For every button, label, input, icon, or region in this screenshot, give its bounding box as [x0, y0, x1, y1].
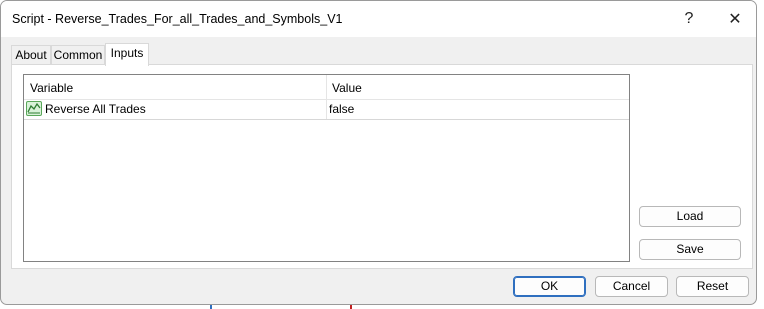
tab-inputs-label: Inputs	[110, 46, 144, 60]
reset-button[interactable]: Reset	[676, 276, 749, 297]
backdrop-chart-line	[350, 305, 352, 309]
script-dialog: Script - Reverse_Trades_For_all_Trades_a…	[0, 0, 757, 305]
tab-common-label: Common	[53, 48, 103, 62]
tab-about[interactable]: About	[11, 45, 51, 65]
inputs-panel: Variable Value Reverse All Trades false …	[11, 64, 753, 269]
ok-button[interactable]: OK	[513, 276, 586, 297]
variable-name: Reverse All Trades	[45, 102, 146, 116]
inputs-table[interactable]: Variable Value Reverse All Trades false	[23, 74, 630, 262]
load-button[interactable]: Load	[639, 206, 741, 227]
tab-about-label: About	[15, 48, 47, 62]
cancel-button[interactable]: Cancel	[595, 276, 668, 297]
table-row[interactable]: Reverse All Trades false	[24, 99, 629, 120]
tab-common[interactable]: Common	[51, 45, 105, 65]
window-title: Script - Reverse_Trades_For_all_Trades_a…	[12, 12, 343, 26]
column-header-variable[interactable]: Variable	[30, 81, 73, 95]
tab-inputs[interactable]: Inputs	[105, 43, 149, 66]
help-button[interactable]: ?	[669, 5, 709, 33]
column-header-value[interactable]: Value	[332, 81, 362, 95]
help-icon: ?	[684, 10, 694, 27]
variable-value[interactable]: false	[329, 102, 354, 116]
backdrop-chart-line	[210, 305, 212, 309]
title-bar[interactable]: Script - Reverse_Trades_For_all_Trades_a…	[1, 1, 756, 37]
close-icon: ✕	[728, 11, 742, 28]
close-button[interactable]: ✕	[715, 5, 755, 33]
parameter-icon	[26, 101, 42, 116]
save-button[interactable]: Save	[639, 239, 741, 260]
